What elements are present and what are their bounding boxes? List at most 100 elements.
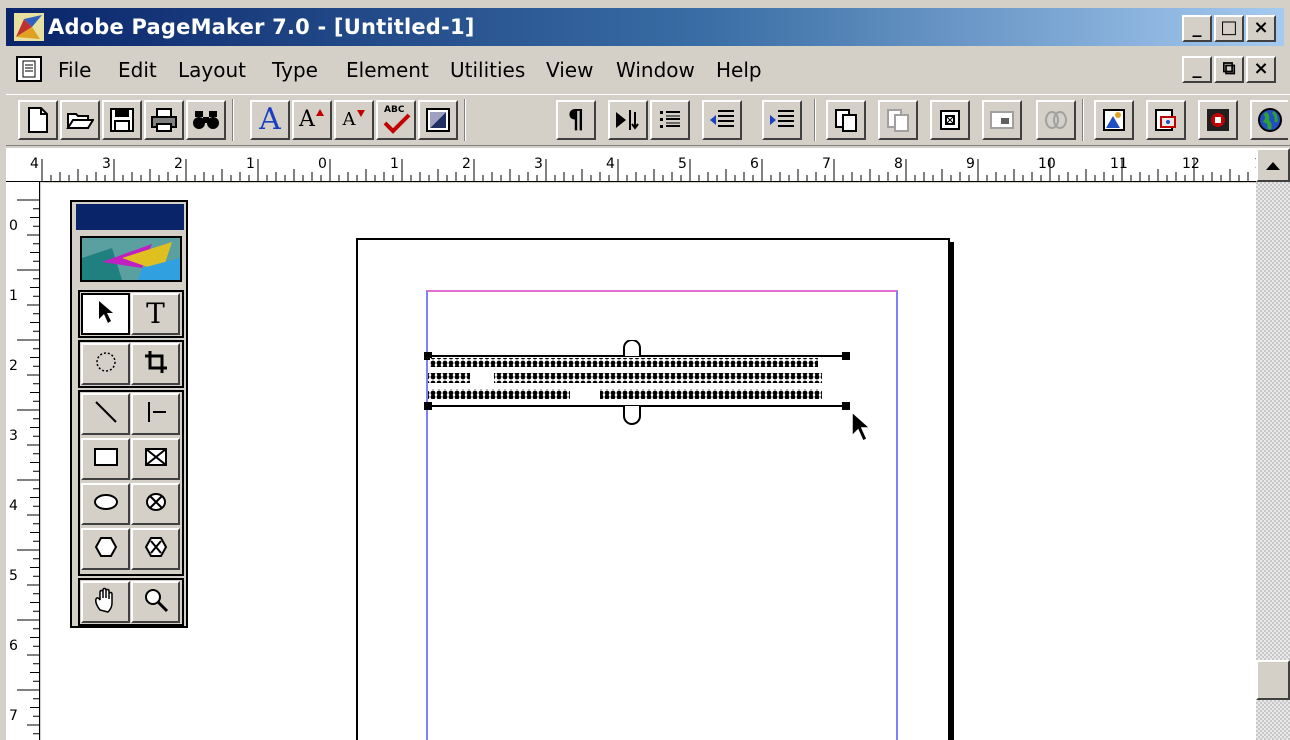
place-image-icon (1102, 108, 1126, 132)
toolbox-palette[interactable]: T (70, 200, 188, 628)
menu-layout[interactable]: Layout (178, 58, 246, 82)
export-button[interactable] (1146, 100, 1186, 140)
minimize-button[interactable]: _ (1182, 15, 1212, 42)
paste-disabled-button[interactable] (878, 100, 918, 140)
links-disabled-button[interactable] (1036, 100, 1076, 140)
document-page[interactable] (356, 238, 950, 740)
color-picker-icon (1205, 107, 1231, 133)
ellipse-tool[interactable] (81, 483, 130, 525)
ruler-label: 0 (9, 218, 18, 234)
ruler-label: 9 (966, 156, 975, 172)
document-control-icon[interactable] (16, 56, 42, 82)
ruler-label: 4 (9, 498, 18, 514)
menu-view[interactable]: View (546, 58, 593, 82)
horizontal-ruler[interactable]: 432101234567891011121 (6, 148, 1256, 182)
find-binoculars-icon (192, 108, 220, 132)
globe-button[interactable] (1250, 100, 1288, 140)
pagemaker-logo-icon[interactable] (14, 13, 44, 41)
polygon-tool[interactable] (81, 528, 130, 570)
rectangle-frame-tool[interactable] (131, 438, 180, 480)
toolgroup-transform (78, 340, 184, 388)
maximize-button[interactable]: □ (1214, 15, 1244, 42)
paragraph-button[interactable]: ¶ (556, 100, 596, 140)
ruler-label: 8 (894, 156, 903, 172)
menu-file[interactable]: File (58, 58, 91, 82)
fill-stroke-icon (425, 107, 451, 133)
pointer-icon (96, 299, 116, 329)
character-format-button[interactable]: A (250, 100, 290, 140)
menu-element[interactable]: Element (346, 58, 429, 82)
table-disabled-button[interactable] (982, 100, 1022, 140)
ruler-label: 12 (1182, 156, 1200, 172)
ruler-label: 3 (102, 156, 111, 172)
bullets-numbering-icon (657, 107, 683, 133)
hand-icon (92, 586, 120, 618)
menu-utilities[interactable]: Utilities (450, 58, 525, 82)
menu-bar: File Edit Layout Type Element Utilities … (6, 50, 1284, 90)
hand-tool[interactable] (81, 581, 130, 623)
ruler-label: 2 (174, 156, 183, 172)
indents-tabs-button[interactable] (608, 100, 648, 140)
font-size-increase-button[interactable]: A (292, 100, 332, 140)
new-document-icon (26, 106, 50, 134)
polygon-frame-tool[interactable] (131, 528, 180, 570)
decrease-indent-button[interactable] (702, 100, 742, 140)
ruler-label: 6 (750, 156, 759, 172)
font-size-decrease-button[interactable]: A (334, 100, 374, 140)
ruler-label: 2 (462, 156, 471, 172)
toolbox-title-bar[interactable] (76, 204, 184, 230)
line-tool[interactable] (81, 393, 130, 435)
pointer-tool[interactable] (81, 293, 130, 335)
place-image-button[interactable] (1094, 100, 1134, 140)
color-picker-button[interactable] (1198, 100, 1238, 140)
zoom-icon (142, 586, 170, 618)
font-size-increase-icon: A (299, 108, 325, 132)
fill-stroke-button[interactable] (418, 100, 458, 140)
menu-type[interactable]: Type (272, 58, 318, 82)
constrained-line-tool[interactable] (131, 393, 180, 435)
increase-indent-button[interactable] (762, 100, 802, 140)
frame-button[interactable] (930, 100, 970, 140)
doc-restore-button[interactable]: ⧉ (1214, 56, 1244, 83)
ruler-label: 1 (390, 156, 399, 172)
new-document-button[interactable] (18, 100, 58, 140)
doc-close-button[interactable]: × (1246, 56, 1276, 83)
text-tool[interactable]: T (131, 293, 180, 335)
bullets-numbering-button[interactable] (650, 100, 690, 140)
close-button[interactable]: × (1246, 15, 1276, 42)
spell-check-icon: ABC (381, 105, 411, 135)
crop-tool[interactable] (131, 343, 180, 385)
menu-window[interactable]: Window (616, 58, 695, 82)
doc-minimize-button[interactable]: _ (1182, 56, 1212, 83)
spell-check-button[interactable]: ABC (376, 100, 416, 140)
scroll-up-button[interactable] (1256, 148, 1290, 182)
save-disk-icon (109, 107, 135, 133)
print-button[interactable] (144, 100, 184, 140)
title-bar[interactable]: Adobe PageMaker 7.0 - [Untitled-1] _ □ × (6, 8, 1284, 46)
open-button[interactable] (60, 100, 100, 140)
toolbar-separator (1082, 99, 1084, 141)
mouse-pointer-icon (850, 410, 872, 444)
text-tool-icon: T (146, 297, 165, 330)
export-icon (1153, 107, 1179, 133)
paragraph-icon: ¶ (567, 105, 585, 135)
vertical-scrollbar[interactable] (1256, 148, 1290, 740)
scroll-thumb[interactable] (1256, 660, 1290, 700)
ruler-label: 0 (318, 156, 327, 172)
selected-text-block[interactable] (424, 339, 854, 430)
save-button[interactable] (102, 100, 142, 140)
vertical-ruler[interactable]: 0 1 2 3 4 5 6 7 (6, 182, 40, 740)
ruler-label: 2 (9, 358, 18, 374)
rectangle-tool[interactable] (81, 438, 130, 480)
globe-icon (1257, 107, 1283, 133)
ruler-label: 5 (9, 568, 18, 584)
find-button[interactable] (186, 100, 226, 140)
ellipse-frame-tool[interactable] (131, 483, 180, 525)
zoom-tool[interactable] (131, 581, 180, 623)
menu-help[interactable]: Help (716, 58, 762, 82)
menu-edit[interactable]: Edit (118, 58, 157, 82)
copy-master-button[interactable] (826, 100, 866, 140)
ruler-label: 6 (9, 638, 18, 654)
ruler-label: 11 (1110, 156, 1128, 172)
rotate-tool[interactable] (81, 343, 130, 385)
